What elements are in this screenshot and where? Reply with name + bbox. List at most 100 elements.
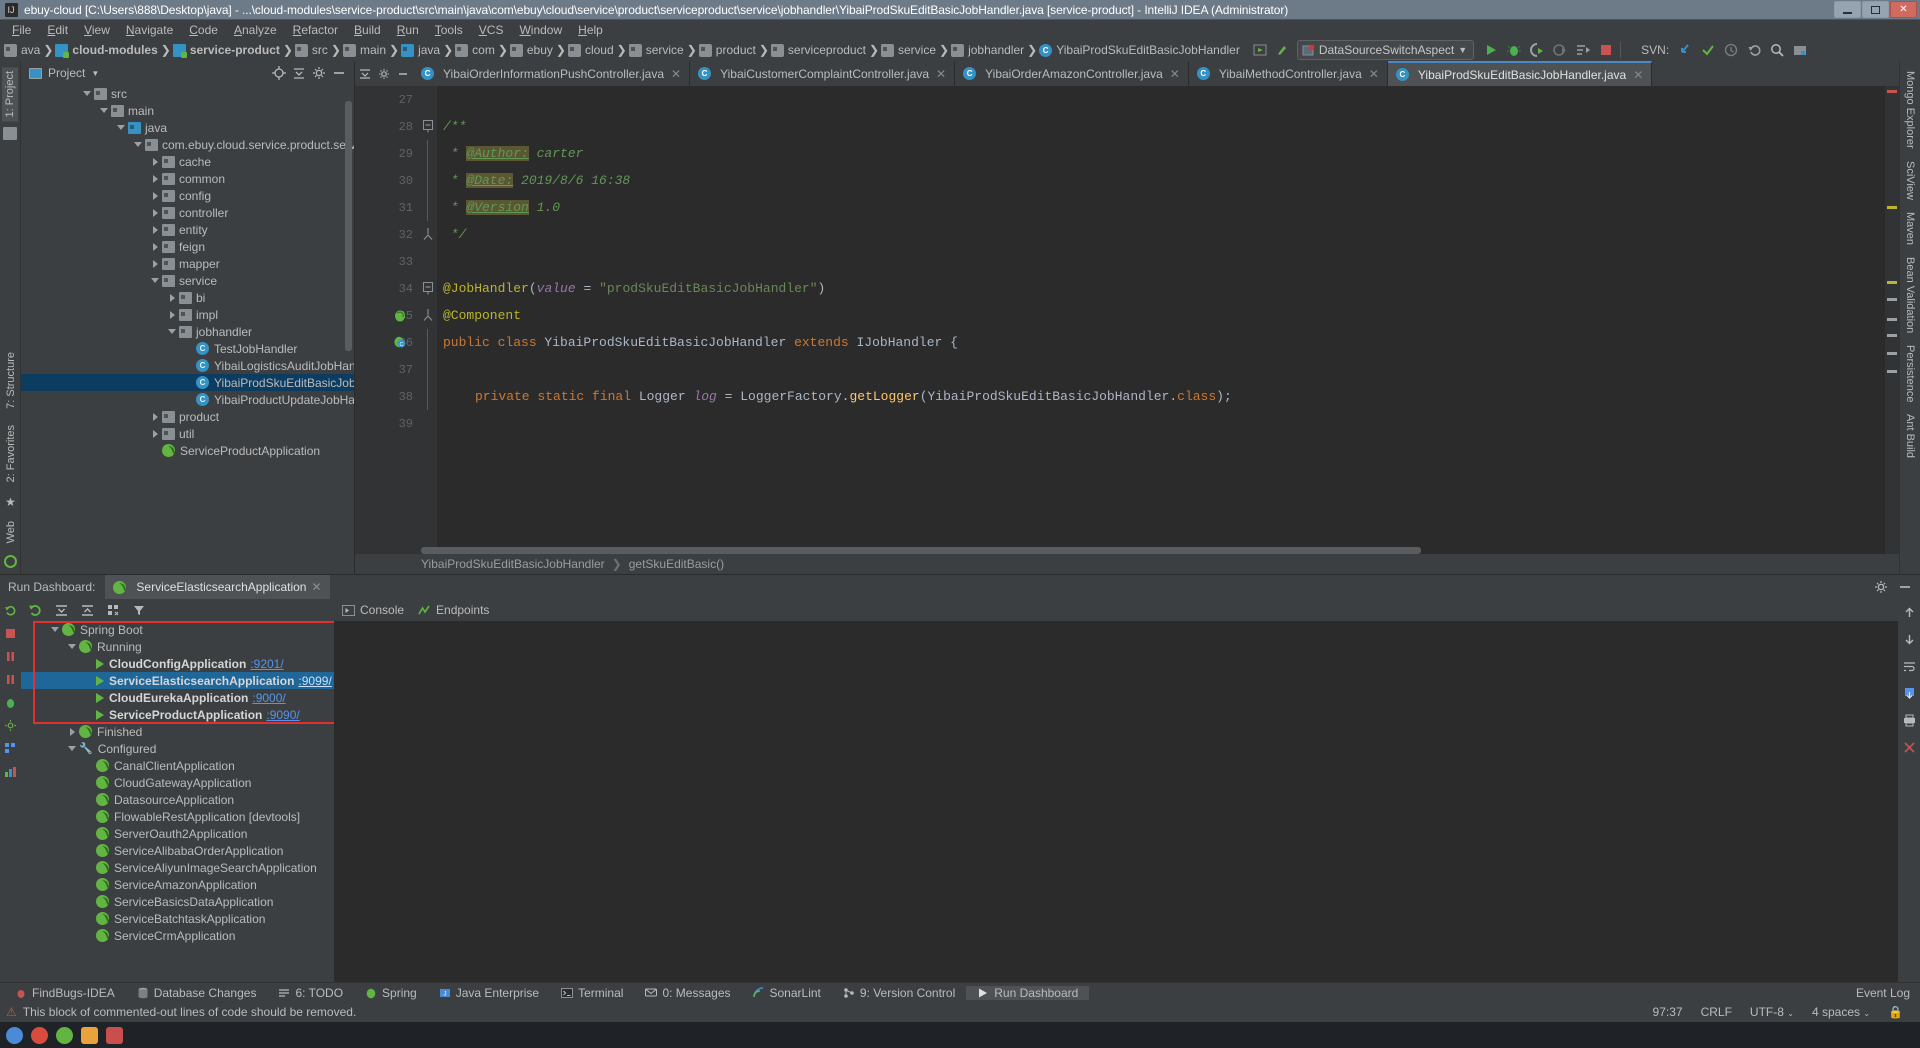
breadcrumb-item[interactable]: com (453, 39, 498, 61)
project-tree-item-selected[interactable]: C YibaiProdSkuEditBasicJobHandler (21, 374, 354, 391)
breadcrumb-item[interactable]: cloud (566, 39, 617, 61)
chevron-down-icon[interactable] (68, 746, 76, 751)
project-tree-item[interactable]: com.ebuy.cloud.service.product.servicepr… (21, 136, 354, 153)
gutter-line[interactable]: 34 (355, 275, 421, 302)
svn-history-icon[interactable] (1724, 43, 1738, 57)
chart-icon[interactable] (4, 764, 18, 778)
settings-gear-icon[interactable] (376, 66, 391, 81)
tool-window-button-9-version-control[interactable]: 9: Version Control (832, 986, 966, 1000)
chevron-down-icon[interactable]: ▼ (91, 69, 99, 78)
code-line[interactable] (437, 86, 1885, 113)
code-line[interactable]: private static final Logger log = Logger… (437, 383, 1885, 410)
close-icon[interactable]: ✕ (311, 580, 321, 594)
chevron-right-icon[interactable] (152, 157, 158, 166)
run-dashboard-item[interactable]: CloudGatewayApplication (21, 774, 334, 791)
menu-item-build[interactable]: Build (346, 22, 389, 38)
file-encoding[interactable]: UTF-8 ⌄ (1741, 1005, 1803, 1019)
pause-icon[interactable] (4, 649, 18, 663)
close-icon[interactable]: ✕ (1369, 67, 1379, 81)
project-tree-item[interactable]: jobhandler (21, 323, 354, 340)
run-dashboard-item[interactable]: ServiceBatchtaskApplication (21, 910, 334, 927)
chevron-down-icon[interactable] (68, 644, 76, 649)
project-tree-item[interactable]: cache (21, 153, 354, 170)
fold-cell[interactable] (421, 275, 437, 302)
project-tree-item[interactable]: impl (21, 306, 354, 323)
tool-window-button-run-dashboard[interactable]: Run Dashboard (966, 985, 1090, 1000)
fold-cell[interactable] (421, 383, 437, 410)
breadcrumb-item[interactable]: product (697, 39, 759, 61)
fold-cell[interactable] (421, 329, 437, 356)
menu-item-view[interactable]: View (76, 22, 118, 38)
run-dashboard-item[interactable]: DatasourceApplication (21, 791, 334, 808)
run-dashboard-item[interactable]: Spring Boot (21, 621, 334, 638)
run-configuration-selector[interactable]: DataSourceSwitchAspect ▼ (1296, 40, 1475, 60)
fold-cell[interactable] (421, 356, 437, 383)
run-dashboard-item[interactable]: ServiceCrmApplication (21, 927, 334, 944)
warning-marker[interactable] (1887, 206, 1897, 209)
run-dashboard-item[interactable]: ServiceProductApplication:9090/ (21, 706, 334, 723)
fold-cell[interactable] (421, 221, 437, 248)
menu-item-analyze[interactable]: Analyze (226, 22, 285, 38)
run-dashboard-active-tab[interactable]: ServiceElasticsearchApplication ✕ (105, 575, 330, 599)
editor-tab[interactable]: C YibaiOrderInformationPushController.jav… (413, 61, 691, 86)
project-tree-item[interactable]: ServiceProductApplication (21, 442, 354, 459)
project-tree-item[interactable]: C TestJobHandler (21, 340, 354, 357)
taskbar-icon-1[interactable] (6, 1026, 23, 1044)
minimize-button[interactable] (1834, 1, 1861, 18)
chevron-down-icon[interactable] (168, 329, 176, 334)
debug-icon[interactable] (4, 695, 18, 709)
expand-all-icon[interactable] (53, 602, 69, 618)
collapse-all-icon[interactable] (290, 64, 308, 82)
svn-rollback-icon[interactable] (1747, 43, 1761, 57)
project-tree-item[interactable]: feign (21, 238, 354, 255)
gutter-line[interactable]: 37 (355, 356, 421, 383)
code-line[interactable]: * @Date: 2019/8/6 16:38 (437, 167, 1885, 194)
console-tab-console[interactable]: Console (342, 603, 404, 617)
run-dashboard-item[interactable]: ServiceAmazonApplication (21, 876, 334, 893)
menu-item-navigate[interactable]: Navigate (118, 22, 181, 38)
project-tree-item[interactable]: main (21, 102, 354, 119)
breadcrumb-item[interactable]: jobhandler (949, 39, 1027, 61)
right-rail-item-bean-validation[interactable]: Bean Validation (1902, 251, 1918, 339)
scroll-from-source-icon[interactable] (270, 64, 288, 82)
filter-icon[interactable] (131, 602, 147, 618)
right-rail-item-maven[interactable]: Maven (1902, 206, 1918, 251)
web-rail-icon[interactable] (4, 555, 17, 568)
tool-window-button-spring[interactable]: Spring (354, 986, 428, 1000)
error-marker[interactable] (1887, 90, 1897, 93)
info-marker[interactable] (1887, 334, 1897, 337)
breadcrumb-item[interactable]: serviceproduct (769, 39, 869, 61)
project-tree-item[interactable]: product (21, 408, 354, 425)
chevron-right-icon[interactable] (169, 293, 175, 302)
run-dashboard-item-port[interactable]: :9099/ (298, 674, 331, 688)
tool-window-button-java-enterprise[interactable]: J Java Enterprise (428, 986, 550, 1000)
hide-panel-icon[interactable] (1896, 578, 1914, 596)
tool-window-button-0-messages[interactable]: 0: Messages (634, 986, 741, 1000)
close-icon[interactable]: ✕ (1633, 68, 1643, 82)
code-line[interactable]: public class YibaiProdSkuEditBasicJobHan… (437, 329, 1885, 356)
soft-wrap-icon[interactable] (1902, 659, 1917, 674)
fold-cell[interactable] (421, 167, 437, 194)
close-icon[interactable]: ✕ (1170, 67, 1180, 81)
right-rail-item-persistence[interactable]: Persistence (1902, 339, 1918, 408)
structure-rail-icon[interactable] (3, 127, 17, 141)
chevron-right-icon[interactable] (169, 310, 175, 319)
run-target-icon[interactable] (1251, 41, 1269, 59)
svn-commit-icon[interactable] (1701, 43, 1715, 57)
code-line[interactable]: * @Author: carter (437, 140, 1885, 167)
profile-button[interactable] (1551, 42, 1568, 59)
editor-tab[interactable]: C YibaiOrderAmazonController.java ✕ (955, 61, 1189, 86)
fold-cell[interactable] (421, 302, 437, 329)
chevron-right-icon[interactable] (152, 191, 158, 200)
debug-button[interactable] (1505, 42, 1522, 59)
project-tree-item[interactable]: util (21, 425, 354, 442)
close-button[interactable]: ✕ (1890, 1, 1917, 18)
event-log-button[interactable]: Event Log (1856, 986, 1910, 1000)
project-tree-item[interactable]: entity (21, 221, 354, 238)
gutter-line[interactable]: 33 (355, 248, 421, 275)
run-dashboard-item[interactable]: ServiceAlibabaOrderApplication (21, 842, 334, 859)
right-rail-item-ant-build[interactable]: Ant Build (1902, 408, 1918, 464)
project-tree-item[interactable]: common (21, 170, 354, 187)
menu-item-run[interactable]: Run (389, 22, 427, 38)
rerun-icon[interactable] (4, 603, 18, 617)
